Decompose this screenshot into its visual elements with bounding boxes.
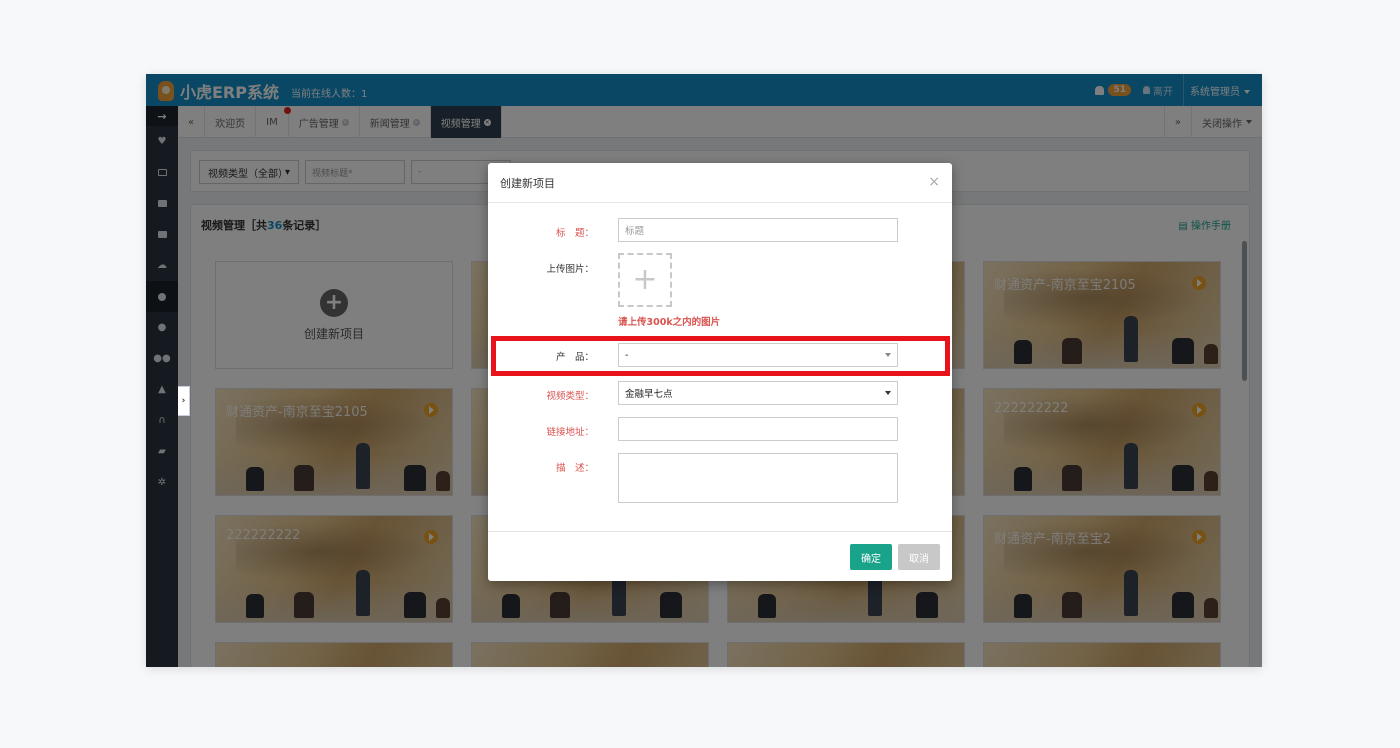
link-label: 链接地址：	[546, 427, 594, 438]
video-type-select-value: 金融早七点	[625, 389, 673, 400]
modal-header: 创建新项目 ×	[488, 163, 952, 203]
description-textarea[interactable]	[618, 453, 898, 503]
modal-title: 创建新项目	[500, 176, 555, 190]
app-window: 小虎ERP系统 当前在线人数：1 51 离开 系统管理员 → ♥ ☁ ● ●● …	[146, 74, 1262, 667]
upload-image-button[interactable]: +	[618, 253, 672, 307]
confirm-button[interactable]: 确定	[850, 544, 892, 570]
highlight-box	[491, 336, 950, 376]
title-label: 标 题：	[555, 228, 594, 239]
upload-hint: 请上传300k之内的图片	[618, 317, 721, 328]
title-input[interactable]: 标题	[618, 218, 898, 242]
close-icon[interactable]: ×	[928, 175, 940, 189]
upload-label: 上传图片：	[546, 264, 594, 275]
description-label: 描 述：	[555, 463, 594, 474]
video-type-label: 视频类型：	[546, 391, 594, 402]
caret-down-icon	[885, 391, 891, 395]
modal-footer: 确定 取消	[488, 531, 952, 581]
link-input[interactable]	[618, 417, 898, 441]
video-type-select[interactable]: 金融早七点	[618, 381, 898, 405]
cancel-button[interactable]: 取消	[898, 544, 940, 570]
plus-icon: +	[632, 262, 658, 297]
sidebar-toggle-chevron-icon[interactable]: ›	[178, 386, 190, 416]
